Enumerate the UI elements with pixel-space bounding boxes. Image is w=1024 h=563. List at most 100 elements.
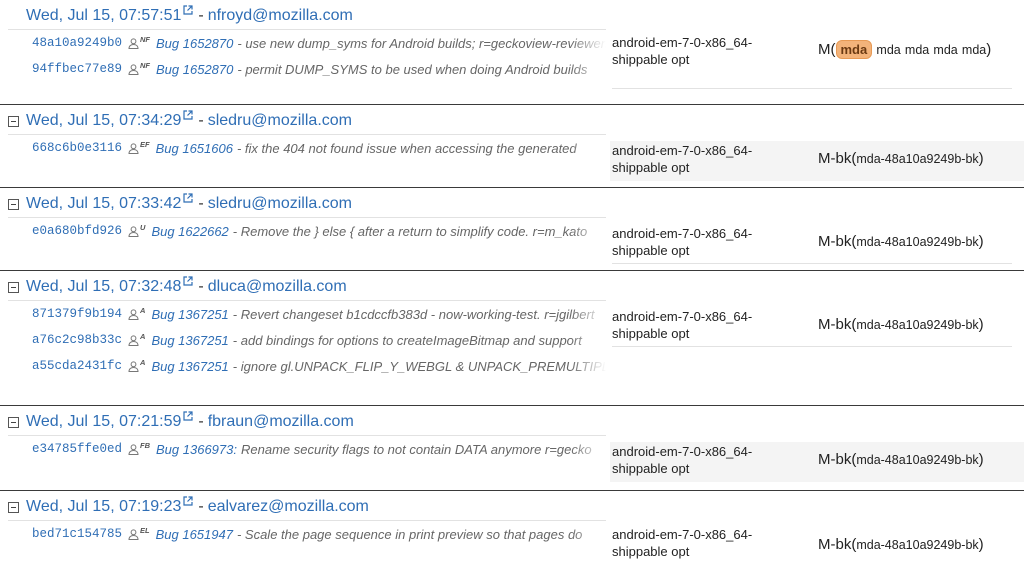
job-button[interactable]: mda bbox=[876, 43, 900, 57]
commit-description: - Scale the page sequence in print previ… bbox=[236, 526, 583, 542]
collapse-toggle[interactable] bbox=[8, 115, 19, 127]
job-button[interactable]: mda bbox=[905, 43, 929, 57]
bug-link[interactable]: Bug 1622662 bbox=[151, 224, 228, 239]
push-time-link[interactable]: Wed, Jul 15, 07:33:42 bbox=[26, 195, 181, 213]
revision-link[interactable]: e0a680bfd926 bbox=[32, 224, 122, 238]
person-icon bbox=[128, 225, 139, 240]
job-group-close: ) bbox=[986, 41, 992, 58]
revision-link[interactable]: 668c6b0e3116 bbox=[32, 141, 122, 155]
job-button[interactable]: mda-48a10a9249b-bk bbox=[856, 152, 978, 166]
commit-description: - use new dump_syms for Android builds; … bbox=[237, 35, 606, 51]
push-author-link[interactable]: sledru@mozilla.com bbox=[208, 195, 352, 213]
push-block: Wed, Jul 15, 07:34:29 - sledru@mozilla.c… bbox=[0, 105, 1024, 188]
external-link-icon[interactable] bbox=[183, 107, 193, 125]
job-button[interactable]: mda-48a10a9249b-bk bbox=[856, 235, 978, 249]
collapse-toggle[interactable] bbox=[8, 198, 19, 210]
job-group-symbol[interactable]: M-bk( bbox=[818, 150, 856, 167]
platform-label: android-em-7-0-x86_64- shippable opt bbox=[612, 308, 812, 342]
commit-description: - permit DUMP_SYMS to be used when doing… bbox=[237, 61, 588, 77]
push-header: Wed, Jul 15, 07:33:42 - sledru@mozilla.c… bbox=[8, 193, 352, 213]
push-author-link[interactable]: ealvarez@mozilla.com bbox=[208, 498, 369, 516]
revision-link[interactable]: 48a10a9249b0 bbox=[32, 36, 122, 50]
commit-list: 48a10a9249b0 NF Bug 1652870 - use new du… bbox=[8, 29, 606, 82]
push-author-link[interactable]: fbraun@mozilla.com bbox=[208, 413, 354, 431]
collapse-toggle[interactable] bbox=[8, 501, 19, 513]
author-initials: EF bbox=[140, 139, 150, 149]
platform-config: shippable opt bbox=[612, 160, 690, 175]
author-initials: EL bbox=[140, 525, 150, 535]
external-link-icon[interactable] bbox=[183, 273, 193, 291]
push-time-link[interactable]: Wed, Jul 15, 07:57:51 bbox=[26, 7, 181, 25]
commit-list: 668c6b0e3116 EF Bug 1651606 - fix the 40… bbox=[8, 134, 606, 161]
revision-link[interactable]: a76c2c98b33c bbox=[32, 333, 122, 347]
commit-row: bed71c154785 EL Bug 1651947 - Scale the … bbox=[8, 521, 606, 547]
bug-link[interactable]: Bug 1367251 bbox=[151, 307, 228, 322]
revision-link[interactable]: 94ffbec77e89 bbox=[32, 62, 122, 76]
bug-link[interactable]: Bug 1651947 bbox=[156, 527, 233, 542]
external-link-icon[interactable] bbox=[183, 493, 193, 511]
commit-row: 871379f9b194 A Bug 1367251 - Revert chan… bbox=[8, 301, 606, 327]
bug-link[interactable]: Bug 1367251 bbox=[151, 359, 228, 374]
bug-link[interactable]: Bug 1367251 bbox=[151, 333, 228, 348]
commit-row: 668c6b0e3116 EF Bug 1651606 - fix the 40… bbox=[8, 135, 606, 161]
push-author-link[interactable]: sledru@mozilla.com bbox=[208, 112, 352, 130]
job-group-symbol[interactable]: M( bbox=[818, 41, 836, 58]
bug-link[interactable]: Bug 1652870 bbox=[156, 36, 233, 51]
job-button[interactable]: mda-48a10a9249b-bk bbox=[856, 318, 978, 332]
revision-link[interactable]: 871379f9b194 bbox=[32, 307, 122, 321]
platform-config: shippable opt bbox=[612, 326, 690, 341]
job-button[interactable]: mda-48a10a9249b-bk bbox=[856, 453, 978, 467]
external-link-icon[interactable] bbox=[183, 408, 193, 426]
job-group: M(mda mda mda mda mda) bbox=[818, 40, 1024, 59]
job-group-symbol[interactable]: M-bk( bbox=[818, 316, 856, 333]
external-link-icon[interactable] bbox=[183, 2, 193, 20]
bug-link[interactable]: Bug 1652870 bbox=[156, 62, 233, 77]
separator-dash: - bbox=[198, 278, 204, 295]
row-divider bbox=[612, 88, 1012, 89]
job-button[interactable]: mda bbox=[933, 43, 957, 57]
push-block: Wed, Jul 15, 07:32:48 - dluca@mozilla.co… bbox=[0, 271, 1024, 406]
job-button[interactable]: mda bbox=[962, 43, 986, 57]
push-time-link[interactable]: Wed, Jul 15, 07:19:23 bbox=[26, 498, 181, 516]
job-group: M-bk(mda-48a10a9249b-bk) bbox=[818, 233, 1024, 250]
job-button[interactable]: mda-48a10a9249b-bk bbox=[856, 538, 978, 552]
job-group-symbol[interactable]: M-bk( bbox=[818, 536, 856, 553]
commit-description: - add bindings for options to createImag… bbox=[232, 332, 582, 348]
push-time-link[interactable]: Wed, Jul 15, 07:32:48 bbox=[26, 278, 181, 296]
platform-name: android-em-7-0-x86_64- bbox=[612, 309, 753, 324]
revision-link[interactable]: bed71c154785 bbox=[32, 527, 122, 541]
job-group: M-bk(mda-48a10a9249b-bk) bbox=[818, 536, 1024, 553]
platform-name: android-em-7-0-x86_64- bbox=[612, 527, 753, 542]
author-initials: A bbox=[140, 305, 146, 315]
commit-row: a76c2c98b33c A Bug 1367251 - add binding… bbox=[8, 327, 606, 353]
collapse-toggle[interactable] bbox=[8, 416, 19, 428]
push-time-link[interactable]: Wed, Jul 15, 07:34:29 bbox=[26, 112, 181, 130]
job-group-symbol[interactable]: M-bk( bbox=[818, 233, 856, 250]
bug-link[interactable]: Bug 1651606 bbox=[156, 141, 233, 156]
commit-description: Rename security flags to not contain DAT… bbox=[240, 441, 592, 457]
job-group-close: ) bbox=[978, 451, 984, 468]
job-group-symbol[interactable]: M-bk( bbox=[818, 451, 856, 468]
bug-link[interactable]: Bug 1366973: bbox=[156, 442, 237, 457]
push-author-link[interactable]: nfroyd@mozilla.com bbox=[208, 7, 353, 25]
person-icon bbox=[128, 37, 139, 52]
push-block: Wed, Jul 15, 07:21:59 - fbraun@mozilla.c… bbox=[0, 406, 1024, 491]
push-author-link[interactable]: dluca@mozilla.com bbox=[208, 278, 347, 296]
push-header: Wed, Jul 15, 07:34:29 - sledru@mozilla.c… bbox=[8, 110, 352, 130]
external-link-icon[interactable] bbox=[183, 190, 193, 208]
revision-link[interactable]: a55cda2431fc bbox=[32, 359, 122, 373]
row-divider bbox=[612, 346, 1012, 347]
platform-label: android-em-7-0-x86_64- shippable opt bbox=[612, 142, 812, 176]
push-time-link[interactable]: Wed, Jul 15, 07:21:59 bbox=[26, 413, 181, 431]
person-icon bbox=[128, 63, 139, 78]
platform-label: android-em-7-0-x86_64- shippable opt bbox=[612, 526, 812, 560]
commit-description: - ignore gl.UNPACK_FLIP_Y_WEBGL & UNPACK… bbox=[232, 358, 606, 374]
revision-link[interactable]: e34785ffe0ed bbox=[32, 442, 122, 456]
author-initials: FB bbox=[140, 440, 151, 450]
push-header: Wed, Jul 15, 07:32:48 - dluca@mozilla.co… bbox=[8, 276, 347, 296]
person-icon bbox=[128, 528, 139, 543]
text-fade bbox=[570, 135, 606, 161]
job-button-selected[interactable]: mda bbox=[835, 40, 873, 59]
collapse-toggle[interactable] bbox=[8, 281, 19, 293]
push-header: Wed, Jul 15, 07:21:59 - fbraun@mozilla.c… bbox=[8, 411, 354, 431]
